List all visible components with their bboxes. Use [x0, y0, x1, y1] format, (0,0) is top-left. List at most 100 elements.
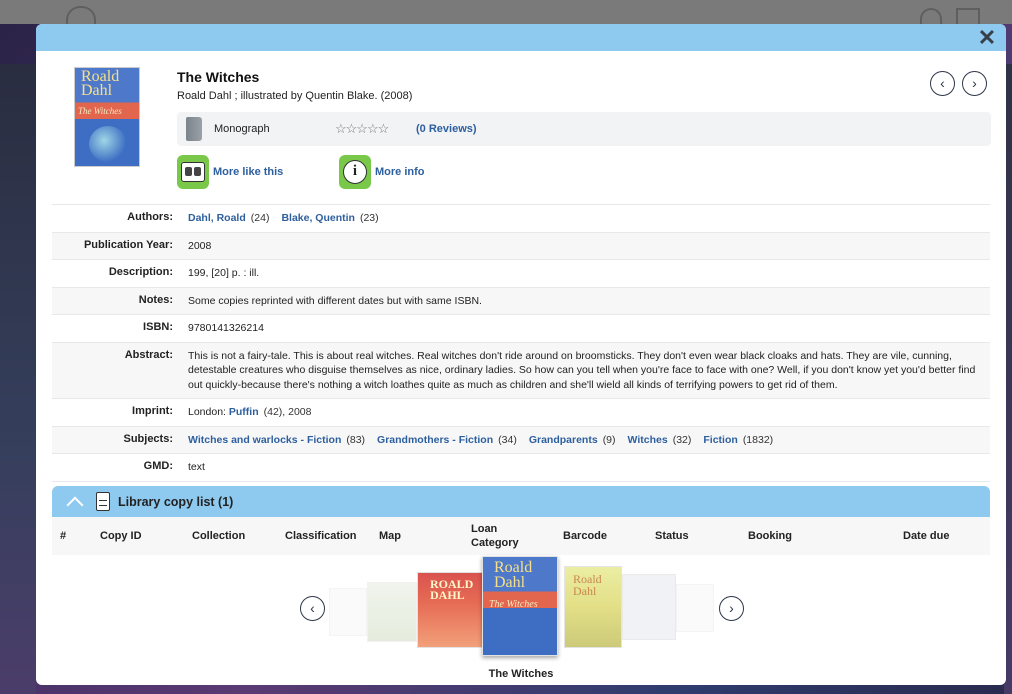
detail-row-description: Description: 199, [20] p. : ill. [52, 259, 990, 287]
chevron-up-icon[interactable] [64, 496, 86, 508]
detail-row-isbn: ISBN: 9780141326214 [52, 314, 990, 342]
material-type-label: Monograph [214, 123, 270, 135]
carousel-cover[interactable] [329, 588, 367, 636]
rating-stars-icon[interactable]: ☆☆☆☆☆ [335, 121, 389, 137]
modal-header: ✕ [36, 24, 1006, 51]
carousel-cover[interactable] [367, 582, 417, 642]
copy-list-section: Library copy list (1) # Copy ID Collecti… [52, 486, 990, 555]
carousel-next-button[interactable]: › [719, 596, 744, 621]
detail-row-notes: Notes: Some copies reprinted with differ… [52, 286, 990, 314]
background-panel [0, 64, 36, 694]
carousel-prev-button[interactable]: ‹ [300, 596, 325, 621]
detail-row-gmd: GMD: text [52, 453, 990, 482]
subject-count: (34) [498, 433, 517, 446]
detail-key: Publication Year: [83, 238, 173, 251]
carousel-cover[interactable]: Roald Dahl [564, 566, 622, 648]
copy-list-title: Library copy list (1) [118, 494, 234, 509]
carousel-cover-title: Roald Dahl [573, 572, 602, 598]
reviews-link[interactable]: (0 Reviews) [416, 123, 477, 135]
detail-row-subjects: Subjects: Witches and warlocks - Fiction… [52, 425, 990, 454]
carousel-caption: The Witches [488, 668, 554, 680]
detail-key: GMD: [143, 460, 173, 472]
background-icon [920, 8, 942, 24]
carousel-cover-selected[interactable]: Roald Dahl The Witches [482, 556, 558, 656]
detail-key: Imprint: [132, 405, 173, 417]
cover-title: Roald Dahl [81, 68, 120, 99]
column-header: Status [655, 530, 689, 542]
more-info-label: More info [375, 166, 425, 178]
cover-subtitle: The Witches [78, 106, 122, 116]
carousel-cover-title: Roald Dahl [494, 559, 533, 591]
background-toolbar [0, 0, 1012, 24]
background-icon [956, 8, 980, 24]
detail-value: 2008 [188, 239, 212, 252]
detail-row-publication-year: Publication Year: 2008 [52, 231, 990, 259]
detail-value: 9780141326214 [188, 322, 264, 334]
book-icon [186, 117, 202, 141]
detail-key: Abstract: [124, 348, 173, 361]
material-type-bar: Monograph ☆☆☆☆☆ (0 Reviews) [177, 112, 991, 146]
detail-value: Witches and warlocks - Fiction (83) Grandm… [173, 427, 990, 454]
detail-value: Dahl, Roald (24) Blake, Quentin (23) [173, 205, 990, 232]
copy-list-header[interactable]: Library copy list (1) [52, 486, 990, 517]
copy-list-columns: # Copy ID Collection Classification Map … [52, 517, 990, 555]
more-like-this-label: More like this [213, 166, 284, 178]
detail-row-imprint: Imprint: London: Puffin (42), 2008 [52, 398, 990, 426]
detail-key: Authors: [127, 211, 173, 223]
subject-count: (83) [346, 433, 366, 446]
author-count: (24) [250, 212, 270, 224]
subject-link[interactable]: Witches [628, 434, 668, 446]
carousel-cover[interactable] [622, 574, 676, 640]
carousel-cover[interactable]: ROALD DAHL [417, 572, 483, 648]
detail-key: Notes: [138, 293, 173, 306]
cover-carousel: ‹ ROALD DAHL Roald Dahl The Witches Roal… [36, 552, 1006, 685]
carousel-cover-title: ROALD DAHL [430, 577, 474, 602]
column-header: Classification [285, 530, 357, 542]
book-cover-image: Roald Dahl The Witches [74, 67, 140, 167]
imprint-count: (42), 2008 [263, 406, 312, 418]
detail-key: Description: [108, 266, 173, 278]
author-link[interactable]: Blake, Quentin [281, 212, 355, 224]
detail-row-abstract: Abstract: This is not a fairy-tale. This… [52, 341, 990, 398]
close-button[interactable]: ✕ [976, 27, 998, 49]
book-byline: Roald Dahl ; illustrated by Quentin Blak… [177, 90, 413, 102]
detail-value: This is not a fairy-tale. This is about … [188, 349, 976, 391]
column-header: Copy ID [100, 530, 142, 542]
column-header: Collection [192, 530, 246, 542]
subject-count: (1832) [742, 433, 774, 446]
detail-key: Subjects: [123, 432, 173, 445]
detail-value: London: Puffin (42), 2008 [173, 399, 990, 426]
list-icon [96, 492, 110, 511]
column-header: # [60, 530, 67, 542]
publisher-link[interactable]: Puffin [229, 406, 259, 418]
book-title: The Witches [177, 69, 260, 85]
details-table: Authors: Dahl, Roald (24) Blake, Quentin (2… [52, 204, 990, 482]
author-link[interactable]: Dahl, Roald [188, 212, 246, 224]
detail-value: Some copies reprinted with different dat… [188, 294, 482, 307]
column-header: Loan Category [471, 523, 519, 549]
subject-link[interactable]: Fiction [703, 434, 737, 446]
subject-link[interactable]: Grandparents [529, 434, 598, 446]
detail-value: 199, [20] p. : ill. [188, 267, 260, 279]
column-header: Booking [748, 530, 792, 542]
next-record-button[interactable]: › [962, 71, 987, 96]
book-detail-modal: ✕ Roald Dahl The Witches The Witches Roa… [36, 24, 1006, 685]
detail-key: ISBN: [143, 321, 173, 333]
carousel-cover-subtitle: The Witches [489, 599, 538, 610]
similar-books-icon [177, 155, 209, 189]
detail-row-authors: Authors: Dahl, Roald (24) Blake, Quentin (2… [52, 204, 990, 232]
carousel-cover[interactable] [676, 584, 714, 632]
previous-record-button[interactable]: ‹ [930, 71, 955, 96]
subject-link[interactable]: Grandmothers - Fiction [377, 434, 493, 446]
author-count: (23) [359, 212, 379, 224]
more-info-button[interactable]: i More info [339, 155, 425, 189]
info-icon: i [339, 155, 371, 189]
subject-count: (32) [672, 433, 692, 446]
more-like-this-button[interactable]: More like this [177, 155, 283, 189]
column-header: Barcode [563, 530, 608, 542]
subject-link[interactable]: Witches and warlocks - Fiction [188, 434, 341, 446]
column-header: Date due [903, 530, 950, 542]
detail-value: text [188, 461, 205, 473]
subject-count: (9) [602, 433, 616, 446]
imprint-place: London: [188, 406, 229, 418]
